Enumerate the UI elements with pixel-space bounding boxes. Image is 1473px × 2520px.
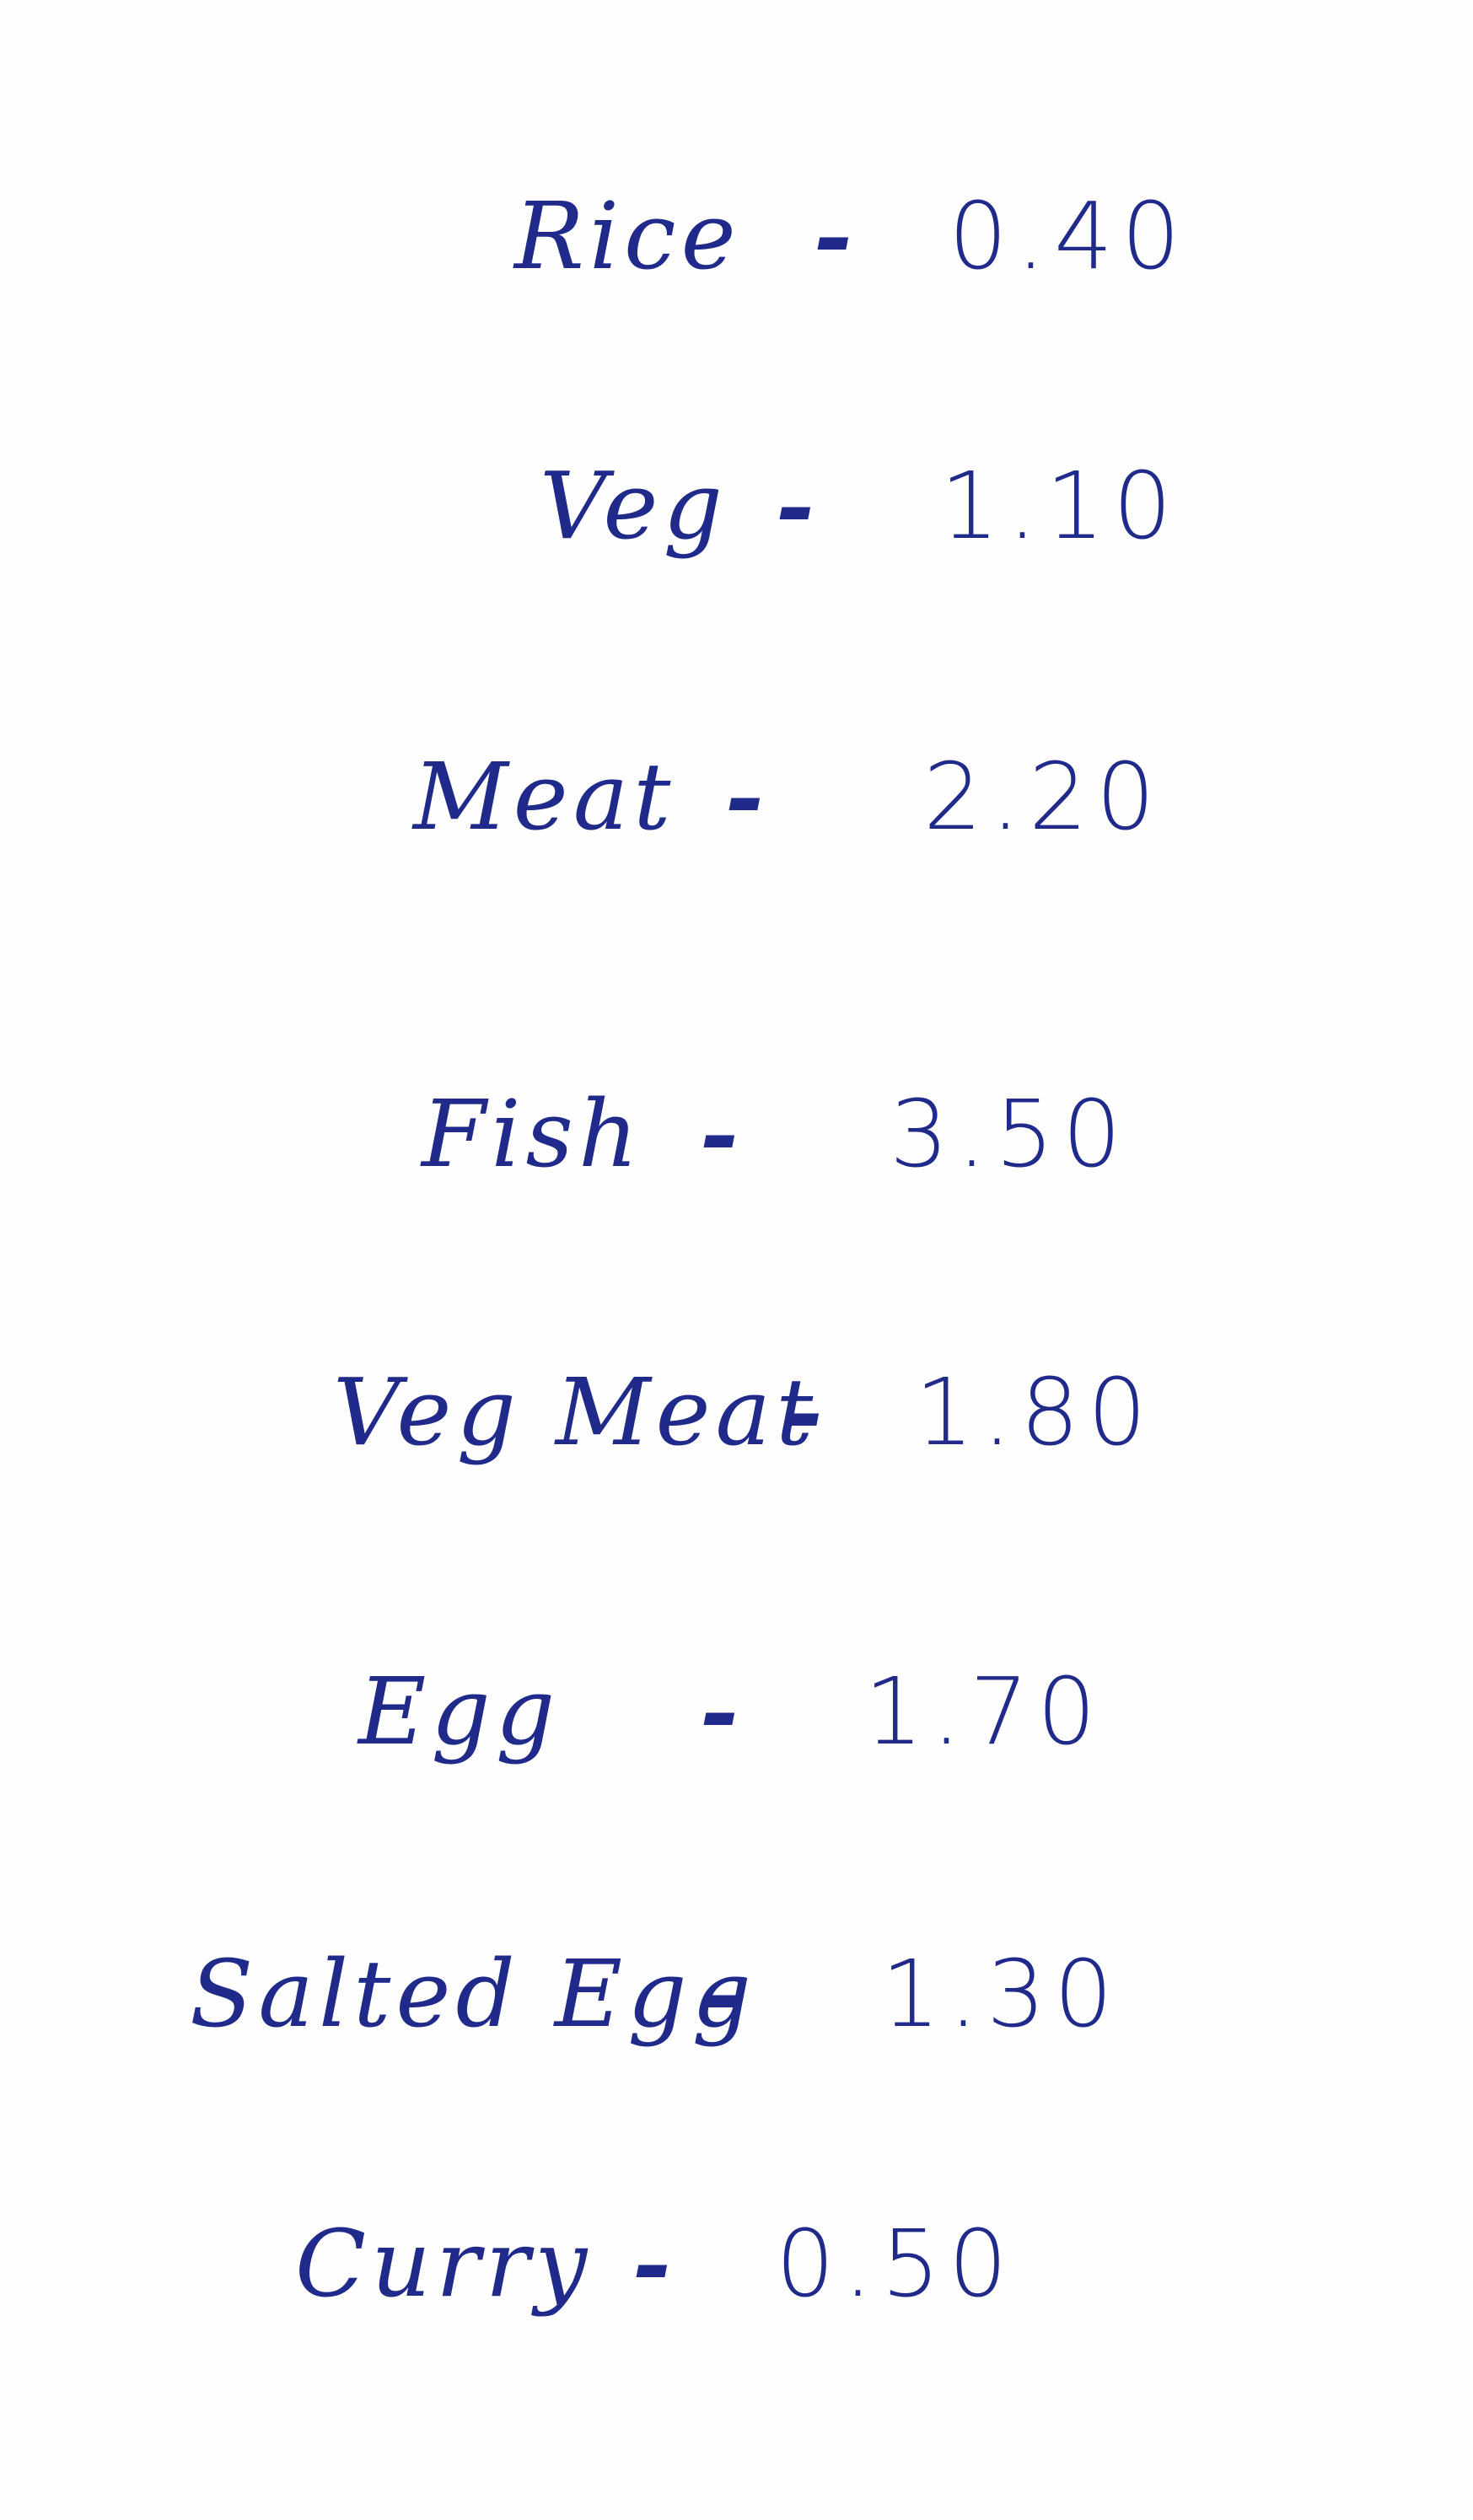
item-price: 2.20 bbox=[923, 743, 1164, 851]
item-price: 0.50 bbox=[776, 2210, 1016, 2318]
item-name: Veg bbox=[540, 452, 728, 560]
separator-dash: - bbox=[700, 1079, 744, 1188]
separator-dash: - bbox=[704, 1939, 748, 2048]
item-name: Egg bbox=[358, 1658, 561, 1765]
item-price: 1.30 bbox=[881, 1940, 1121, 2048]
item-name: Curry bbox=[295, 2210, 593, 2318]
item-price: 1.80 bbox=[915, 1358, 1155, 1466]
separator-dash: - bbox=[784, 1357, 828, 1466]
item-price: 0.40 bbox=[949, 182, 1189, 290]
paper-sheet: Rice - 0.40 Veg - 1.10 Meat - 2.20 Fish … bbox=[0, 0, 1473, 2520]
item-price: 1.10 bbox=[940, 452, 1180, 560]
separator-dash: - bbox=[700, 1657, 744, 1765]
separator-dash: - bbox=[814, 181, 857, 290]
separator-dash: - bbox=[725, 742, 769, 851]
item-name: Rice bbox=[514, 182, 741, 290]
separator-dash: - bbox=[776, 451, 820, 560]
item-name: Veg Meat bbox=[333, 1358, 819, 1466]
item-price: 1.70 bbox=[864, 1658, 1105, 1765]
separator-dash: - bbox=[632, 2209, 676, 2318]
item-name: Salted Egg bbox=[190, 1940, 756, 2048]
item-name: Fish bbox=[422, 1080, 643, 1188]
item-price: 3.50 bbox=[890, 1080, 1130, 1188]
item-name: Meat bbox=[413, 743, 676, 851]
